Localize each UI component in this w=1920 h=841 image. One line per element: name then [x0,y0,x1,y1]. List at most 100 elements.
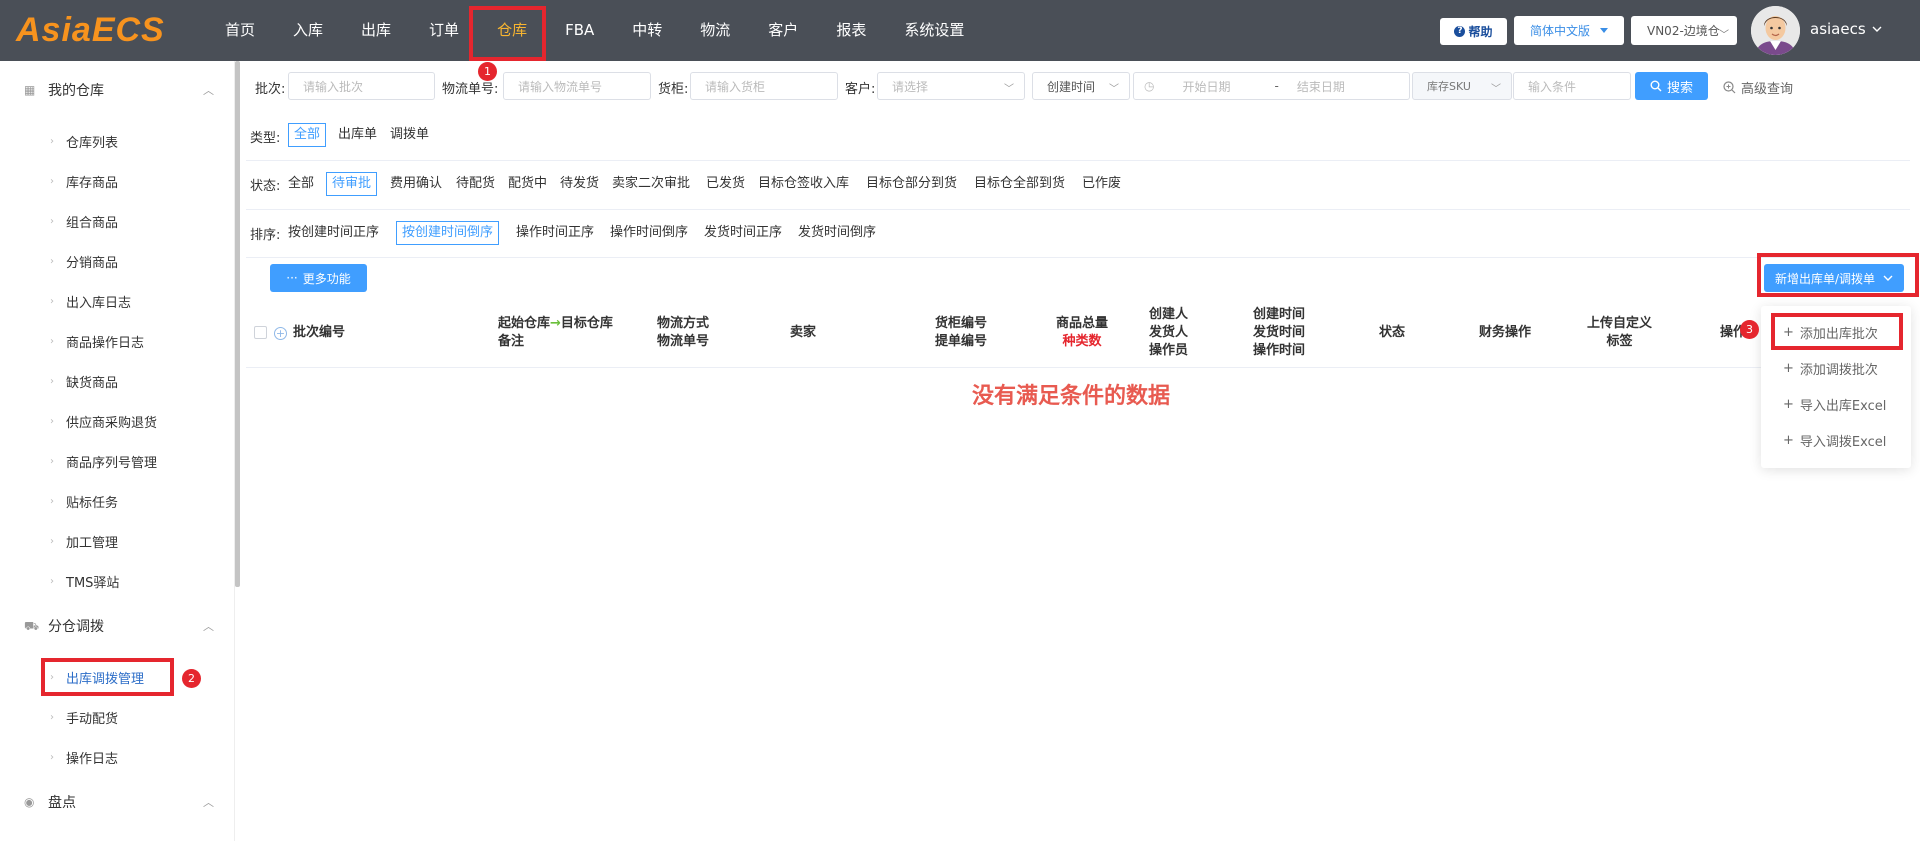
user-menu[interactable]: asiaecs [1810,20,1882,38]
menu-item-import-transfer-excel[interactable]: + 导入调拨Excel [1783,431,1886,450]
expand-all-icon[interactable]: + [274,327,287,340]
sort-option-created-desc[interactable]: 按创建时间倒序 [396,221,500,245]
nav-item-transit[interactable]: 中转 [613,0,681,61]
search-button[interactable]: 搜索 [1635,72,1708,100]
nav-item-customers[interactable]: 客户 [749,0,817,61]
menu-item-label: 导入调拨Excel [1799,435,1887,450]
status-option-to-allocate[interactable]: 待配货 [456,172,495,196]
logistics-input[interactable]: 请输入物流单号 [503,72,651,100]
select-all-checkbox[interactable] [254,326,267,339]
status-option-all[interactable]: 全部 [288,172,314,196]
table-header-divider [246,367,1910,368]
status-option-target-full[interactable]: 目标仓全部到货 [974,172,1065,196]
sidebar-item-manual-allocation[interactable]: › 手动配货 [50,707,118,727]
nav-item-reports[interactable]: 报表 [817,0,885,61]
status-option-fee-confirm[interactable]: 费用确认 [390,172,442,196]
main-nav: 首页 入库 出库 订单 仓库 FBA 中转 物流 客户 报表 系统设置 [206,0,983,61]
chevron-down-icon: ﹀ [1004,84,1014,95]
sidebar-item-distribution-goods[interactable]: › 分销商品 [50,251,118,271]
type-option-all[interactable]: 全部 [288,123,327,147]
sidebar-item-supplier-return[interactable]: › 供应商采购退货 [50,411,157,431]
status-option-target-received[interactable]: 目标仓签收入库 [758,172,849,196]
warehouse-select[interactable]: VN02-边境仓 ﹀ [1631,16,1737,45]
sidebar-item-tms-station[interactable]: › TMS驿站 [50,571,119,591]
advanced-search-link[interactable]: 高级查询 [1723,78,1793,97]
sidebar-item-op-log[interactable]: › 操作日志 [50,747,118,767]
time-type-select[interactable]: 创建时间 ﹀ [1032,72,1130,100]
sidebar-item-goods-op-log[interactable]: › 商品操作日志 [50,331,144,351]
sidebar-scrollbar[interactable] [235,61,240,587]
menu-item-add-transfer-batch[interactable]: + 添加调拨批次 [1783,359,1878,378]
col-container-number: 货柜编号 [935,316,988,331]
zoom-in-icon [1723,81,1736,94]
sidebar-item-processing[interactable]: › 加工管理 [50,531,118,551]
container-input[interactable]: 请输入货柜 [690,72,838,100]
status-option-shipped[interactable]: 已发货 [706,172,745,196]
status-option-target-partial[interactable]: 目标仓部分到货 [866,172,957,196]
language-button[interactable]: 简体中文版 [1514,16,1624,45]
batch-input[interactable]: 请输入批次 [288,72,435,100]
sidebar-item-warehouse-list[interactable]: › 仓库列表 [50,131,118,151]
sidebar-item-label: 分销商品 [66,255,119,271]
sidebar-group-transfer[interactable]: ⛟ 分仓调拨 ︿ [24,616,214,636]
nav-item-settings[interactable]: 系统设置 [885,0,983,61]
sidebar-item-label-tasks[interactable]: › 贴标任务 [50,491,118,511]
date-separator: - [1274,79,1279,93]
sidebar-item-stock-goods[interactable]: › 库存商品 [50,171,118,191]
sort-option-created-asc[interactable]: 按创建时间正序 [288,221,379,245]
empty-message: 没有满足条件的数据 [972,384,1171,409]
customer-label: 客户: [845,82,876,97]
status-option-allocating[interactable]: 配货中 [508,172,547,196]
type-option-outbound[interactable]: 出库单 [338,123,377,147]
nav-item-outbound[interactable]: 出库 [342,0,410,61]
help-button[interactable]: ? 帮助 [1440,18,1507,45]
divider [246,257,1910,258]
start-date-placeholder: 开始日期 [1182,79,1231,94]
step-badge-2: 2 [182,669,201,688]
type-option-transfer[interactable]: 调拨单 [390,123,429,147]
condition-input[interactable]: 输入条件 [1513,72,1631,100]
arrow-right-icon: → [550,316,561,331]
status-option-pending-approval[interactable]: 待审批 [326,172,378,196]
customer-select[interactable]: 请选择 ﹀ [877,72,1025,100]
sidebar-item-label: 商品操作日志 [66,335,145,351]
avatar[interactable] [1751,6,1800,55]
sort-option-op-asc[interactable]: 操作时间正序 [516,221,594,245]
sidebar-group-inventory-count[interactable]: ◉ 盘点 ︿ [24,792,214,812]
nav-item-logistics[interactable]: 物流 [681,0,749,61]
sidebar-item-io-log[interactable]: › 出入库日志 [50,291,131,311]
nav-item-fba[interactable]: FBA [546,0,613,61]
sidebar-item-combo-goods[interactable]: › 组合商品 [50,211,118,231]
sidebar-item-label: 出入库日志 [66,295,132,311]
chevron-right-icon: › [50,215,54,227]
menu-item-label: 导入出库Excel [1799,399,1887,414]
date-range-picker[interactable]: ◷ 开始日期 - 结束日期 [1133,72,1410,100]
sidebar-item-label: 供应商采购退货 [66,415,158,431]
status-row-label: 状态: [250,179,281,194]
advanced-label: 高级查询 [1741,82,1794,97]
status-option-seller-reapproval[interactable]: 卖家二次审批 [612,172,690,196]
plus-icon: + [1783,433,1794,448]
menu-item-import-outbound-excel[interactable]: + 导入出库Excel [1783,395,1886,414]
sort-option-op-desc[interactable]: 操作时间倒序 [610,221,688,245]
nav-item-inbound[interactable]: 入库 [274,0,342,61]
sku-type-select[interactable]: 库存SKU ﹀ [1412,72,1512,100]
nav-item-home[interactable]: 首页 [206,0,274,61]
divider [246,160,1910,161]
sidebar-item-label: 商品序列号管理 [66,455,158,471]
sidebar-group-my-warehouse[interactable]: ▦ 我的仓库 ︿ [24,80,214,100]
app-logo[interactable]: AsiaECS [16,11,165,49]
sort-option-ship-asc[interactable]: 发货时间正序 [704,221,782,245]
sidebar-item-out-of-stock[interactable]: › 缺货商品 [50,371,118,391]
sort-option-ship-desc[interactable]: 发货时间倒序 [798,221,876,245]
status-option-to-ship[interactable]: 待发货 [560,172,599,196]
sidebar-item-label: 库存商品 [66,175,119,191]
status-option-voided[interactable]: 已作废 [1082,172,1121,196]
sidebar-item-serial-mgmt[interactable]: › 商品序列号管理 [50,451,157,471]
nav-item-orders[interactable]: 订单 [410,0,478,61]
chevron-right-icon: › [50,415,54,427]
more-functions-button[interactable]: ··· 更多功能 [270,264,367,292]
top-navbar: AsiaECS 首页 入库 出库 订单 仓库 FBA 中转 物流 客户 报表 系… [0,0,1920,61]
col-shipper: 发货人 [1149,325,1189,340]
chevron-down-icon [1872,26,1882,32]
